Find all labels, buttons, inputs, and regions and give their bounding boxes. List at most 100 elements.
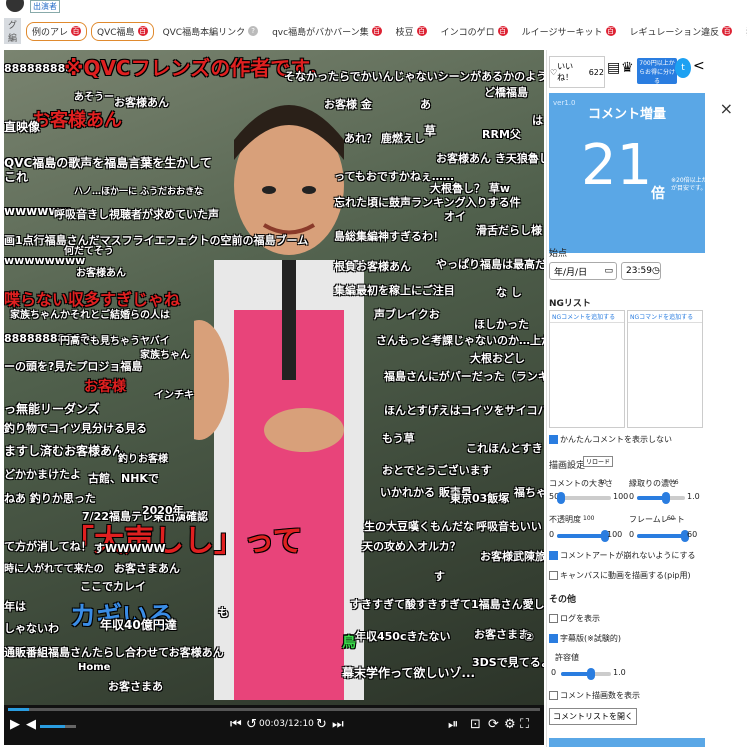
danmaku-comment: RRM父	[482, 128, 521, 141]
boost-title: コメント増量	[587, 107, 666, 122]
dictionary-icon[interactable]: 百	[137, 26, 148, 36]
opacity-slider[interactable]	[557, 530, 609, 542]
log-checkbox[interactable]: ログを表示	[549, 613, 600, 624]
danmaku-comment: お客様あん	[114, 96, 169, 109]
danmaku-comment: お客さまま	[474, 628, 529, 641]
top-link[interactable]: 出演者	[30, 0, 60, 13]
tag-label: ルイージサーキット	[521, 27, 603, 38]
danmaku-comment: 東京03飯塚	[450, 492, 510, 505]
danmaku-comment: 家族ちゃん	[140, 350, 190, 361]
size-slider[interactable]	[557, 492, 611, 504]
dictionary-icon[interactable]: 百	[371, 26, 382, 36]
dictionary-icon[interactable]: 百	[722, 26, 733, 36]
help-icon[interactable]: ?	[248, 26, 259, 36]
danmaku-comment: おとでとうございます	[382, 464, 492, 477]
tag-item[interactable]: 枝豆百	[391, 22, 432, 41]
art-keep-checkbox[interactable]: コメントアートが崩れないようにする	[549, 550, 695, 561]
other-label: その他	[549, 595, 577, 605]
drawing-label: 描画設定	[549, 461, 586, 471]
boost-unit: 倍	[651, 186, 665, 202]
time-display: 00:03/12:10	[259, 719, 314, 729]
checkbox-label: ログを表示	[560, 614, 600, 623]
skip-back-icon[interactable]: ⏮	[230, 717, 242, 732]
volume-icon[interactable]: ◀	[26, 717, 36, 732]
volume-slider[interactable]	[40, 725, 76, 728]
slider-knob[interactable]	[661, 492, 670, 504]
danmaku-comment: 呼吸音もいい	[476, 520, 542, 533]
crown-icon[interactable]: ♛	[621, 60, 634, 76]
play-icon[interactable]: ▶	[10, 717, 20, 732]
subtitle-checkbox[interactable]: 字幕版(※試験的)	[549, 633, 621, 644]
canvas-pip-checkbox[interactable]: キャンバスに動画を描画する(pip用)	[549, 570, 691, 581]
tag-label: QVC福島本編リンク	[162, 27, 246, 38]
video-area[interactable]: 8888888888 ※QVCフレンズの作者です。 あそうー お客様あん お客様あん そな…	[4, 50, 544, 705]
rewind-icon[interactable]: ↺	[246, 717, 257, 732]
tag-item[interactable]: qvc福島がバかバーン集百	[267, 22, 387, 41]
rate-slider[interactable]	[561, 668, 611, 680]
twitter-icon[interactable]: t	[675, 58, 691, 78]
hide-easy-comment-checkbox[interactable]: かんたんコメントを表示しない	[549, 434, 672, 445]
ng-command-box[interactable]: NGコマンドを追加する	[627, 310, 703, 428]
dictionary-icon[interactable]: 百	[605, 26, 616, 36]
outline-slider[interactable]	[637, 492, 685, 504]
seek-bar[interactable]	[8, 708, 540, 711]
checkbox-label: キャンバスに動画を描画する(pip用)	[560, 571, 691, 580]
danmaku-comment: ハノ…ほか一に ふうだおおきな	[74, 187, 204, 197]
danmaku-comment: 草	[424, 124, 437, 138]
tag-item[interactable]: 例のアレ百	[26, 21, 88, 41]
ng-comment-box[interactable]: NGコメントを追加する	[549, 310, 625, 428]
reload-button[interactable]: リロード	[583, 456, 614, 467]
calendar-icon[interactable]: ▭	[604, 266, 613, 276]
tag-label: レギュレーション違反	[629, 27, 720, 38]
memo-icon[interactable]: ▤	[607, 60, 620, 76]
tag-item[interactable]: インコのゲロ百	[436, 22, 513, 41]
danmaku-comment: 忘れた頃に鼓声ランキング入りする件	[334, 196, 521, 209]
dictionary-icon[interactable]: 百	[497, 26, 508, 36]
time-input[interactable]: 23:59 ◷	[621, 262, 661, 280]
dictionary-icon[interactable]: 百	[416, 26, 427, 36]
danmaku-comment: 滑舌だらし様	[476, 224, 542, 237]
tag-item[interactable]: レギュレーション違反百	[625, 22, 738, 41]
danmaku-comment: あそうー	[74, 92, 114, 103]
framerate-slider[interactable]	[637, 530, 689, 542]
share-icon[interactable]: <	[693, 58, 705, 74]
danmaku-comment: QVC福島の歌声を福島言葉を生かして	[4, 156, 212, 170]
tag-item[interactable]: QVC福島百	[91, 21, 154, 41]
player-controls: ▶ ◀ ⏮ ↺ 00:03/12:10 ↻ ⏭ ⏯ ⊡ ⟳ ⚙ ⛶	[4, 705, 544, 745]
tag-item[interactable]: QVC福島本編リンク?	[158, 22, 264, 41]
forward-icon[interactable]: ↻	[316, 717, 327, 732]
tag-item[interactable]: 猫アレルギー?	[741, 22, 747, 41]
slider-fill	[557, 534, 605, 538]
comment-count-checkbox[interactable]: コメント描画数を表示	[549, 690, 640, 701]
open-comment-list-button[interactable]: コメントリストを開く	[549, 708, 637, 725]
repeat-icon[interactable]: ⟳	[488, 717, 499, 732]
dictionary-icon[interactable]: 百	[71, 26, 82, 36]
ng-comment-head[interactable]: NGコメントを追加する	[550, 311, 624, 323]
checkbox-label: 字幕版(※試験的)	[560, 634, 621, 643]
danmaku-comment: 円高でも見ちゃうヤバイ	[60, 336, 170, 347]
clock-icon[interactable]: ◷	[652, 266, 660, 276]
ng-command-head[interactable]: NGコマンドを追加する	[628, 311, 702, 323]
opacity-max: 100	[607, 530, 623, 539]
tag-list: 例のアレ百 QVC福島百 QVC福島本編リンク? qvc福島がバかバーン集百枝豆百イン…	[26, 21, 747, 41]
slider-knob[interactable]	[557, 492, 565, 504]
premium-button[interactable]: 700円以上からお得に分ける	[637, 58, 677, 85]
tag-label: QVC福島	[97, 27, 135, 38]
skip-forward-icon[interactable]: ⏭	[332, 717, 344, 732]
tag-edit-button[interactable]: タグ編集	[4, 18, 22, 44]
like-button[interactable]: ♡ いいね！ 622	[549, 56, 605, 88]
tag-item[interactable]: ルイージサーキット百	[517, 22, 621, 41]
danmaku-comment: ほんとすげえはコイツをサイコパス	[384, 404, 544, 417]
settings-icon[interactable]: ⚙	[504, 717, 516, 732]
danmaku-comment: すきすぎて酸すきすぎて1福島さん愛してイベ	[350, 598, 544, 611]
volume-level	[40, 725, 66, 728]
close-icon[interactable]: ×	[720, 99, 733, 118]
speed-icon[interactable]: ⏯	[448, 717, 458, 732]
start-label: 始点	[549, 249, 568, 259]
comment-toggle-icon[interactable]: ⊡	[470, 717, 481, 732]
top-strip: 出演者	[0, 0, 747, 14]
date-input[interactable]: 年/月/日 ▭	[549, 262, 617, 280]
slider-knob[interactable]	[587, 668, 595, 680]
user-avatar[interactable]	[6, 0, 24, 12]
fullscreen-icon[interactable]: ⛶	[520, 717, 529, 732]
